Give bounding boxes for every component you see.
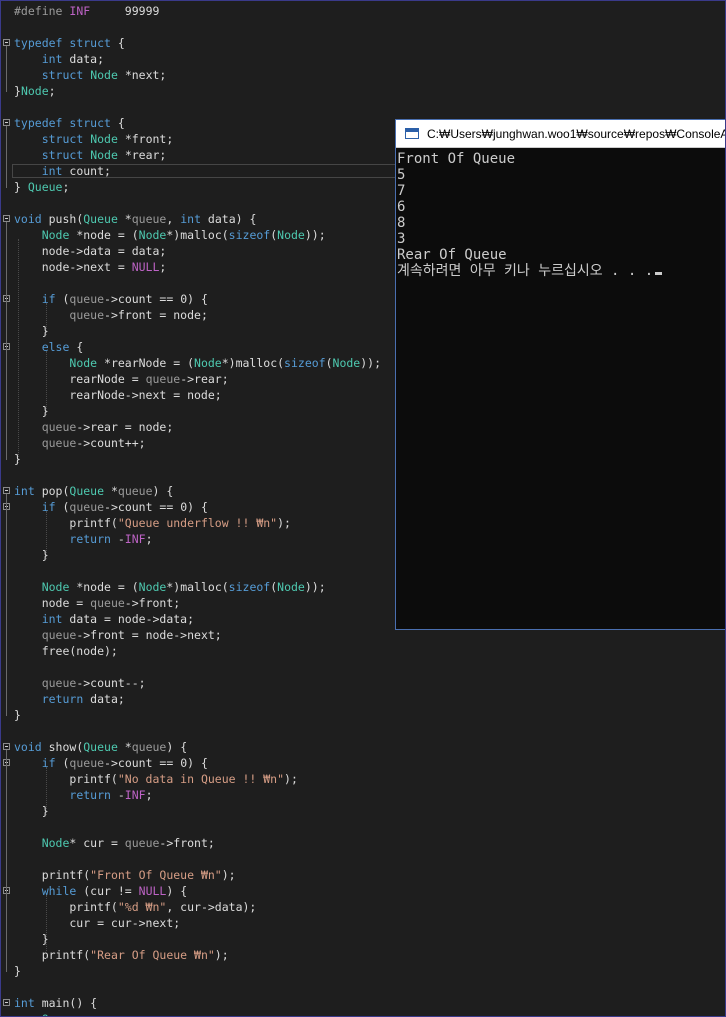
- fold-toggle-icon[interactable]: [3, 119, 10, 126]
- code-line[interactable]: Node* cur = queue->front;: [14, 835, 215, 851]
- code-line[interactable]: struct Node *next;: [14, 67, 167, 83]
- indent-guide: [46, 303, 47, 335]
- indent-guide: [46, 351, 47, 415]
- indent-guide: [46, 895, 47, 959]
- indent-guide: [46, 511, 47, 559]
- code-line[interactable]: #define INF 99999: [14, 3, 159, 19]
- code-line[interactable]: printf("Queue underflow !! ₩n");: [14, 515, 291, 531]
- text-cursor: [655, 272, 663, 275]
- code-line[interactable]: }: [14, 803, 49, 819]
- code-line[interactable]: }: [14, 403, 49, 419]
- code-line[interactable]: typedef struct {: [14, 35, 125, 51]
- code-line[interactable]: int main() {: [14, 995, 97, 1011]
- code-line[interactable]: void show(Queue *queue) {: [14, 739, 187, 755]
- code-line[interactable]: }: [14, 963, 21, 979]
- code-line[interactable]: queue->front = node->next;: [14, 627, 222, 643]
- fold-toggle-icon[interactable]: [3, 39, 10, 46]
- code-line[interactable]: }: [14, 707, 21, 723]
- code-line[interactable]: node->next = NULL;: [14, 259, 167, 275]
- fold-toggle-icon[interactable]: [3, 215, 10, 222]
- console-title: C:₩Users₩junghwan.woo1₩source₩repos₩Cons…: [427, 126, 726, 141]
- code-line[interactable]: node->data = data;: [14, 243, 167, 259]
- code-line[interactable]: struct Node *front;: [14, 131, 174, 147]
- fold-toggle-icon[interactable]: [3, 999, 10, 1006]
- code-line[interactable]: void push(Queue *queue, int data) {: [14, 211, 256, 227]
- code-line[interactable]: int count;: [14, 163, 111, 179]
- code-line[interactable]: }Node;: [14, 83, 56, 99]
- console-title-bar[interactable]: C:₩Users₩junghwan.woo1₩source₩repos₩Cons…: [396, 120, 726, 148]
- code-line[interactable]: } Queue;: [14, 179, 69, 195]
- console-line: 6: [397, 199, 406, 215]
- code-line[interactable]: cur = cur->next;: [14, 915, 180, 931]
- code-line[interactable]: return -INF;: [14, 531, 152, 547]
- code-line[interactable]: Queue queue;: [14, 1011, 125, 1016]
- console-line: 5: [397, 167, 406, 183]
- fold-region-line: [6, 750, 7, 972]
- fold-region-line: [6, 46, 7, 92]
- fold-toggle-icon[interactable]: [3, 487, 10, 494]
- console-line: 8: [397, 215, 406, 231]
- code-line[interactable]: if (queue->count == 0) {: [14, 755, 208, 771]
- code-line[interactable]: queue->count--;: [14, 675, 146, 691]
- console-line: 3: [397, 231, 406, 247]
- code-line[interactable]: int pop(Queue *queue) {: [14, 483, 173, 499]
- code-line[interactable]: return -INF;: [14, 787, 152, 803]
- code-line[interactable]: free(node);: [14, 643, 118, 659]
- code-line[interactable]: return data;: [14, 691, 125, 707]
- code-line[interactable]: printf("Front Of Queue ₩n");: [14, 867, 236, 883]
- code-line[interactable]: if (queue->count == 0) {: [14, 499, 208, 515]
- console-prompt-text: 계속하려면 아무 키나 누르십시오 . . .: [397, 263, 654, 279]
- fold-region-line: [6, 126, 7, 188]
- code-line[interactable]: printf("No data in Queue !! ₩n");: [14, 771, 298, 787]
- code-line[interactable]: typedef struct {: [14, 115, 125, 131]
- code-line[interactable]: Node *rearNode = (Node*)malloc(sizeof(No…: [14, 355, 381, 371]
- code-line[interactable]: printf("%d ₩n", cur->data);: [14, 899, 256, 915]
- code-line[interactable]: while (cur != NULL) {: [14, 883, 187, 899]
- console-output: Front Of Queue 5 7 6 8 3 Rear Of Queue 계…: [396, 148, 725, 279]
- code-line[interactable]: node = queue->front;: [14, 595, 181, 611]
- code-line[interactable]: Node *node = (Node*)malloc(sizeof(Node))…: [14, 227, 326, 243]
- code-line[interactable]: queue->rear = node;: [14, 419, 174, 435]
- code-line[interactable]: if (queue->count == 0) {: [14, 291, 208, 307]
- code-line[interactable]: else {: [14, 339, 84, 355]
- console-line: 7: [397, 183, 406, 199]
- code-line[interactable]: int data;: [14, 51, 104, 67]
- fold-region-line: [6, 494, 7, 716]
- code-line[interactable]: }: [14, 547, 49, 563]
- code-line[interactable]: }: [14, 323, 49, 339]
- console-line: Front Of Queue: [397, 151, 516, 167]
- fold-toggle-icon[interactable]: [3, 743, 10, 750]
- code-line[interactable]: int data = node->data;: [14, 611, 194, 627]
- indent-guide: [46, 767, 47, 815]
- code-line[interactable]: queue->count++;: [14, 435, 146, 451]
- code-line[interactable]: }: [14, 931, 49, 947]
- code-line[interactable]: queue->front = node;: [14, 307, 207, 323]
- console-prompt-line: 계속하려면 아무 키나 누르십시오 . . .: [396, 263, 725, 279]
- console-line: Rear Of Queue: [397, 247, 507, 263]
- code-line[interactable]: Node *node = (Node*)malloc(sizeof(Node))…: [14, 579, 326, 595]
- console-window[interactable]: C:₩Users₩junghwan.woo1₩source₩repos₩Cons…: [395, 119, 726, 630]
- indent-guide: [18, 239, 19, 463]
- screen: #define INF 99999 typedef struct { int da…: [0, 0, 726, 1017]
- code-line[interactable]: struct Node *rear;: [14, 147, 167, 163]
- console-app-icon: [405, 128, 419, 139]
- fold-region-line: [6, 222, 7, 460]
